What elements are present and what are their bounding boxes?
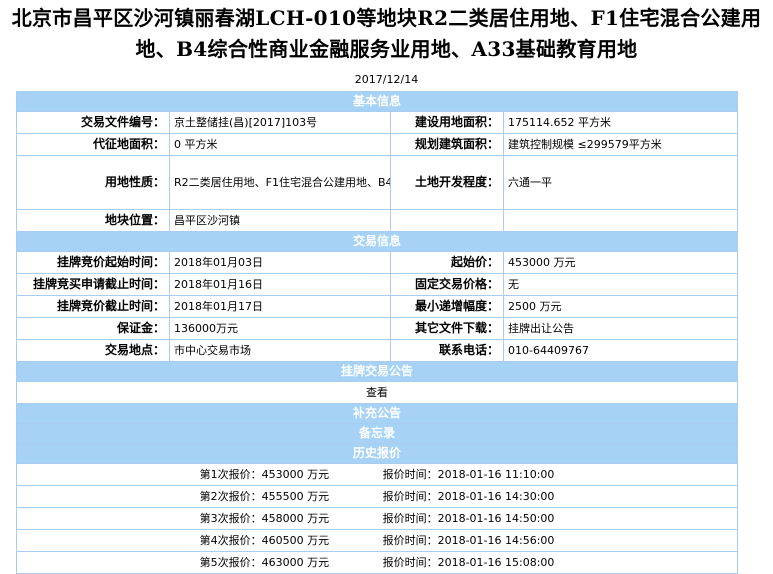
empty-cell <box>502 209 739 232</box>
section-bid-history: 历史报价 <box>15 443 739 464</box>
fixed-price-value: 无 <box>502 273 739 296</box>
start-price-value: 453000 万元 <box>502 251 739 274</box>
location-value: 昌平区沙河镇 <box>169 209 391 232</box>
section-basic-info: 基本信息 <box>15 91 739 112</box>
deposit-value: 136000万元 <box>169 317 391 340</box>
start-time-label: 挂牌竞价起始时间： <box>16 251 170 274</box>
bid-deadline-value: 2018年01月17日 <box>169 295 391 318</box>
section-listing-notice: 挂牌交易公告 <box>15 361 739 382</box>
bid-deadline-label: 挂牌竞价截止时间： <box>16 295 170 318</box>
build-area-value: 175114.652 平方米 <box>502 111 739 134</box>
bid-time: 报价时间：2018-01-16 14:50:00 <box>382 512 555 525</box>
bid-amount: 第4次报价：460500 万元 <box>199 534 330 547</box>
bid-time: 报价时间：2018-01-16 14:56:00 <box>382 534 555 547</box>
land-info-table: 基本信息 交易文件编号： 京土整储挂(昌)[2017]103号 建设用地面积： … <box>15 91 739 574</box>
empty-cell <box>390 209 504 232</box>
location-label: 地块位置： <box>16 209 170 232</box>
trade-place-value: 市中心交易市场 <box>169 339 391 362</box>
other-files-link[interactable]: 挂牌出让公告 <box>502 317 739 340</box>
expro-area-value: 0 平方米 <box>169 133 391 156</box>
other-files-label: 其它文件下载： <box>390 317 504 340</box>
apply-deadline-label: 挂牌竞买申请截止时间： <box>16 273 170 296</box>
publish-date: 2017/12/14 <box>354 73 419 86</box>
min-increment-value: 2500 万元 <box>502 295 739 318</box>
view-notice-link[interactable]: 查看 <box>15 381 739 404</box>
land-use-label: 用地性质： <box>16 155 170 210</box>
doc-no-label: 交易文件编号： <box>16 111 170 134</box>
bid-history-row: 第4次报价：460500 万元 报价时间：2018-01-16 14:56:00 <box>15 529 739 552</box>
bid-history-row: 第3次报价：458000 万元 报价时间：2018-01-16 14:50:00 <box>15 507 739 530</box>
trade-place-label: 交易地点： <box>16 339 170 362</box>
title-line-2: 地、B4综合性商业金融服务业用地、A33基础教育用地 <box>135 37 638 61</box>
bid-history-row: 第2次报价：455500 万元 报价时间：2018-01-16 14:30:00 <box>15 485 739 508</box>
section-supplement-notice: 补充公告 <box>15 403 739 424</box>
section-trade-info: 交易信息 <box>15 231 739 252</box>
phone-value: 010-64409767 <box>502 339 739 362</box>
section-memo: 备忘录 <box>15 423 739 444</box>
phone-label: 联系电话： <box>390 339 504 362</box>
bid-amount: 第2次报价：455500 万元 <box>199 490 330 503</box>
bid-time: 报价时间：2018-01-16 11:10:00 <box>382 468 555 481</box>
page-title: 北京市昌平区沙河镇丽春湖LCH-010等地块R2二类居住用地、F1住宅混合公建用… <box>0 0 773 65</box>
start-time-value: 2018年01月03日 <box>169 251 391 274</box>
min-increment-label: 最小递增幅度： <box>390 295 504 318</box>
bid-time: 报价时间：2018-01-16 15:08:00 <box>382 556 555 569</box>
dev-level-label: 土地开发程度： <box>390 155 504 210</box>
bid-history-row: 第5次报价：463000 万元 报价时间：2018-01-16 15:08:00 <box>15 551 739 574</box>
doc-no-value: 京土整储挂(昌)[2017]103号 <box>169 111 391 134</box>
title-line-1: 北京市昌平区沙河镇丽春湖LCH-010等地块R2二类居住用地、F1住宅混合公建用 <box>11 6 762 30</box>
expro-area-label: 代征地面积： <box>16 133 170 156</box>
deposit-label: 保证金： <box>16 317 170 340</box>
land-use-value: R2二类居住用地、F1住宅混合公建用地、B4综合性商业金融服务业用地、A33基础… <box>169 155 391 210</box>
bid-history-row: 第1次报价：453000 万元 报价时间：2018-01-16 11:10:00 <box>15 463 739 486</box>
plan-area-value: 建筑控制规模 ≤299579平方米 <box>502 133 739 156</box>
dev-level-value: 六通一平 <box>502 155 739 210</box>
bid-amount: 第3次报价：458000 万元 <box>199 512 330 525</box>
bid-amount: 第5次报价：463000 万元 <box>199 556 330 569</box>
start-price-label: 起始价： <box>390 251 504 274</box>
bid-amount: 第1次报价：453000 万元 <box>199 468 330 481</box>
fixed-price-label: 固定交易价格： <box>390 273 504 296</box>
apply-deadline-value: 2018年01月16日 <box>169 273 391 296</box>
bid-time: 报价时间：2018-01-16 14:30:00 <box>382 490 555 503</box>
plan-area-label: 规划建筑面积： <box>390 133 504 156</box>
build-area-label: 建设用地面积： <box>390 111 504 134</box>
